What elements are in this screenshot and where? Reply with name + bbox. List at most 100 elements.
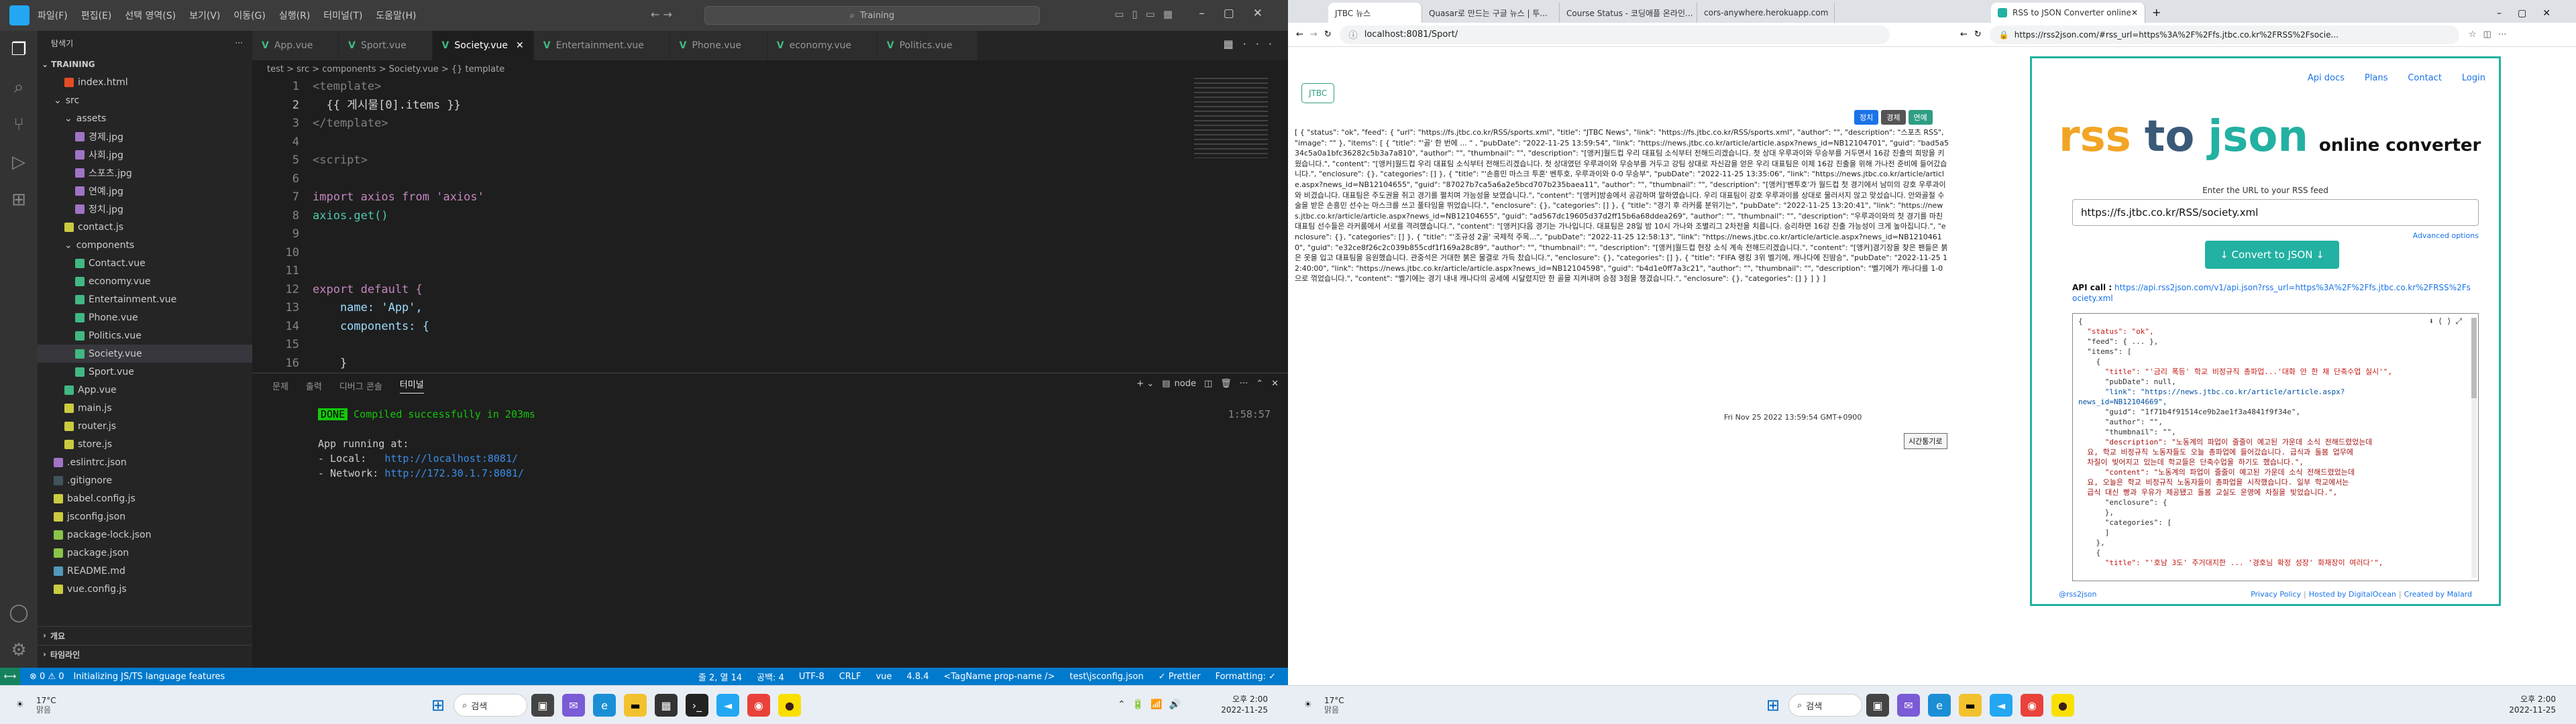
footer-link[interactable]: Hosted by DigitalOcean [2309,590,2396,599]
status-item[interactable]: CRLF [839,672,861,682]
menu-item[interactable]: 도움말(H) [376,9,416,22]
command-center-search[interactable]: ⌕ Training [704,6,1040,25]
terminal-output[interactable]: DONE Compiled successfully in 203ms 1:58… [318,407,1271,481]
nav-link[interactable]: Login [2462,73,2485,83]
editor-tab[interactable]: VPhone.vue✕ [669,31,767,60]
chrome-icon[interactable]: ◉ [747,694,770,717]
edge-icon[interactable]: e [593,694,616,717]
rss-url-input[interactable]: https://fs.jtbc.co.kr/RSS/society.xml [2072,199,2479,226]
tree-file[interactable]: package-lock.json [38,526,252,544]
minimap[interactable] [1194,78,1268,158]
tree-file[interactable]: Sport.vue [38,363,252,381]
category-button[interactable]: 연예 [1908,110,1933,125]
browser-tab[interactable]: Course Status - 코딩애플 온라인... [1560,3,1697,23]
file-explorer-icon[interactable]: ▬ [1959,694,1982,717]
tree-file[interactable]: contact.js [38,218,252,236]
terminal-icon[interactable]: ›_ [686,694,708,717]
tree-file[interactable]: Politics.vue [38,326,252,345]
problems-count[interactable]: ⊗ 0 ⚠ 0 [30,672,64,682]
jtbc-button[interactable]: JTBC [1301,83,1335,103]
tree-file[interactable]: 정치.jpg [38,200,252,218]
status-item[interactable]: <TagName prop-name /> [944,672,1055,682]
tree-file[interactable]: Phone.vue [38,308,252,326]
editor-tab[interactable]: VEntertainment.vue✕ [533,31,670,60]
editor-tab[interactable]: VPolitics.vue✕ [877,31,979,60]
code-editor[interactable]: 1 <template> 2 {{ 게시물[0].items }} 3 </templa… [252,78,1288,373]
status-item[interactable]: 줄 2, 열 14 [698,670,742,683]
url-field[interactable]: ⓘ localhost:8081/Sport/ [1339,25,1890,44]
windows-start-icon[interactable]: ⊞ [1762,694,1784,717]
reload-icon[interactable]: ↻ [1974,29,1982,40]
windows-start-icon[interactable]: ⊞ [427,694,449,717]
status-item[interactable]: vue [876,672,892,682]
tree-folder[interactable]: ⌄ src [38,91,252,109]
menu-item[interactable]: 터미널(T) [323,9,362,22]
code-line[interactable]: {{ 게시물[0].items }} [313,97,460,115]
panel-tab[interactable]: 터미널 [399,377,424,394]
edge-icon[interactable]: e [1928,694,1951,717]
window-controls[interactable]: –▢✕ [2497,8,2567,19]
panel-tab[interactable]: 문제 [272,379,288,392]
close-icon[interactable]: ✕ [1271,379,1279,389]
url-field[interactable]: 🔒 https://rss2json.com/#rss_url=https%3A%… [1989,25,2459,44]
toolbar-icons[interactable]: ☆◫⋯ [2469,29,2514,40]
tree-file[interactable]: vue.config.js [38,580,252,598]
menu-item[interactable]: 파일(F) [38,9,68,22]
code-line[interactable]: <template> [313,78,381,97]
browser-tab[interactable]: cors-anywhere.herokuapp.com [1697,3,1835,23]
code-line[interactable]: </template> [313,115,388,133]
tree-folder[interactable]: ⌄ components [38,236,252,254]
panel-tab[interactable]: 출력 [306,379,322,392]
close-tab-icon[interactable]: ✕ [2131,8,2138,17]
store-icon[interactable]: ▦ [655,694,678,717]
close-tab-icon[interactable]: ✕ [516,40,524,51]
tree-file[interactable]: store.js [38,435,252,453]
menu-item[interactable]: 선택 영역(S) [125,9,176,22]
tree-file[interactable]: Society.vue [38,345,252,363]
code-line[interactable]: name: 'App', [313,299,423,318]
tree-file[interactable]: main.js [38,399,252,417]
tree-file[interactable]: babel.config.js [38,489,252,507]
timeline-section[interactable]: › 타임라인 [38,645,252,663]
api-call-link[interactable]: https://api.rss2json.com/v1/api.json?rss… [2072,283,2471,303]
nav-arrows-icon[interactable]: ← → [651,8,672,21]
tree-file[interactable]: Entertainment.vue [38,290,252,308]
local-url-link[interactable]: http://localhost:8081/ [384,452,518,465]
forward-icon[interactable]: → [1310,29,1318,40]
menu-item[interactable]: 실행(R) [279,9,310,22]
code-line[interactable]: components: { [313,318,429,337]
status-item[interactable]: 4.8.4 [907,672,929,682]
tree-file[interactable]: .gitignore [38,471,252,489]
maximize-icon[interactable]: ⌃ [1256,379,1263,389]
back-icon[interactable]: ← [1960,29,1968,40]
nav-link[interactable]: Plans [2365,73,2387,83]
nav-link[interactable]: Contact [2408,73,2442,83]
tree-file[interactable]: 사회.jpg [38,145,252,164]
new-tab-icon[interactable]: + [2152,6,2161,19]
window-controls[interactable]: –▢✕ [1199,7,1281,20]
chat-icon[interactable]: ✉ [1897,694,1920,717]
tree-file[interactable]: 연예.jpg [38,182,252,200]
tree-folder[interactable]: ⌄ assets [38,109,252,127]
clock-time[interactable]: 오후 2:00 [1221,694,1268,705]
chat-icon[interactable]: ✉ [562,694,585,717]
taskbar-search[interactable]: ⌕ 검색 [1788,694,1862,717]
tree-file[interactable]: README.md [38,562,252,580]
run-debug-icon[interactable]: ▷ [0,143,38,181]
nav-link[interactable]: Api docs [2308,73,2345,83]
kakaotalk-icon[interactable]: ● [2051,694,2074,717]
tree-file[interactable]: economy.vue [38,272,252,290]
add-terminal-icon[interactable]: + ⌄ [1136,379,1154,389]
clock-time[interactable]: 오후 2:00 [2509,694,2556,705]
status-item[interactable]: 공백: 4 [757,670,784,683]
footer-link[interactable]: Privacy Policy [2251,590,2301,599]
sort-button[interactable]: 시간통기로 [1904,433,1947,449]
menu-item[interactable]: 편집(E) [81,9,112,22]
editor-tab[interactable]: V Society.vue ✕ [432,31,534,60]
tree-file[interactable]: package.json [38,544,252,562]
tree-file[interactable]: index.html [38,73,252,91]
browser-tab[interactable]: JTBC 뉴스 [1328,3,1422,23]
tab-rss2json[interactable]: RSS to JSON Converter online ✕ [1991,3,2145,23]
code-line[interactable]: axios.get() [313,207,388,226]
chrome-icon[interactable]: ◉ [2021,694,2043,717]
